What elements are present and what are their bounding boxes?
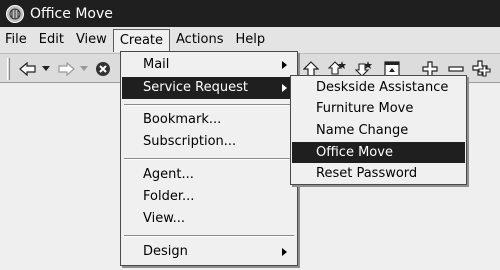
menu-item-view[interactable]: View... bbox=[122, 208, 296, 230]
menu-item-service-request[interactable]: Service Request bbox=[122, 77, 296, 99]
menu-view[interactable]: View bbox=[70, 29, 113, 51]
menu-file[interactable]: File bbox=[0, 29, 33, 51]
back-dropdown-icon[interactable] bbox=[40, 58, 52, 80]
menu-separator bbox=[124, 158, 294, 160]
service-request-submenu: Deskside Assistance Furniture Move Name … bbox=[290, 75, 467, 185]
menu-item-design[interactable]: Design bbox=[122, 241, 296, 263]
submenu-item-office-move[interactable]: Office Move bbox=[292, 142, 465, 163]
menu-edit[interactable]: Edit bbox=[33, 29, 70, 51]
menu-item-label: Agent... bbox=[143, 167, 194, 182]
submenu-item-furniture-move[interactable]: Furniture Move bbox=[292, 98, 465, 119]
submenu-arrow-icon bbox=[282, 248, 287, 256]
menu-create[interactable]: Create bbox=[112, 28, 171, 52]
submenu-item-reset-password[interactable]: Reset Password bbox=[292, 163, 465, 184]
menu-separator bbox=[124, 104, 294, 106]
forward-arrow-icon[interactable] bbox=[56, 58, 76, 80]
menu-item-label: Subscription... bbox=[143, 134, 237, 149]
toolbar-grip[interactable] bbox=[7, 58, 10, 80]
menu-item-label: Mail bbox=[143, 57, 170, 72]
submenu-arrow-icon bbox=[282, 84, 287, 92]
submenu-item-name-change[interactable]: Name Change bbox=[292, 120, 465, 141]
menu-item-label: Design bbox=[143, 244, 188, 259]
menu-bar: File Edit View Create Actions Help bbox=[0, 27, 500, 53]
menu-separator bbox=[124, 235, 294, 237]
menu-item-bookmark[interactable]: Bookmark... bbox=[122, 109, 296, 131]
app-globe-icon[interactable] bbox=[6, 4, 24, 23]
menu-item-label: View... bbox=[143, 211, 186, 226]
create-menu: Mail Service Request Bookmark... Subscri… bbox=[120, 51, 298, 266]
menu-item-label: Folder... bbox=[143, 189, 195, 204]
menu-item-label: Bookmark... bbox=[143, 112, 222, 127]
menu-item-folder[interactable]: Folder... bbox=[122, 186, 296, 208]
back-arrow-icon[interactable] bbox=[18, 58, 38, 80]
submenu-item-deskside-assistance[interactable]: Deskside Assistance bbox=[292, 77, 465, 98]
menu-item-agent[interactable]: Agent... bbox=[122, 164, 296, 186]
expand-all-icon[interactable] bbox=[470, 58, 494, 80]
menu-actions[interactable]: Actions bbox=[170, 29, 230, 51]
submenu-arrow-icon bbox=[282, 61, 287, 69]
forward-dropdown-icon[interactable] bbox=[78, 58, 90, 80]
menu-item-label: Service Request bbox=[143, 80, 248, 95]
stop-icon[interactable] bbox=[92, 58, 114, 80]
menu-item-subscription[interactable]: Subscription... bbox=[122, 131, 296, 153]
window-title: Office Move bbox=[30, 5, 113, 22]
title-bar: Office Move bbox=[0, 0, 500, 27]
menu-help[interactable]: Help bbox=[230, 29, 272, 51]
menu-item-mail[interactable]: Mail bbox=[122, 54, 296, 76]
